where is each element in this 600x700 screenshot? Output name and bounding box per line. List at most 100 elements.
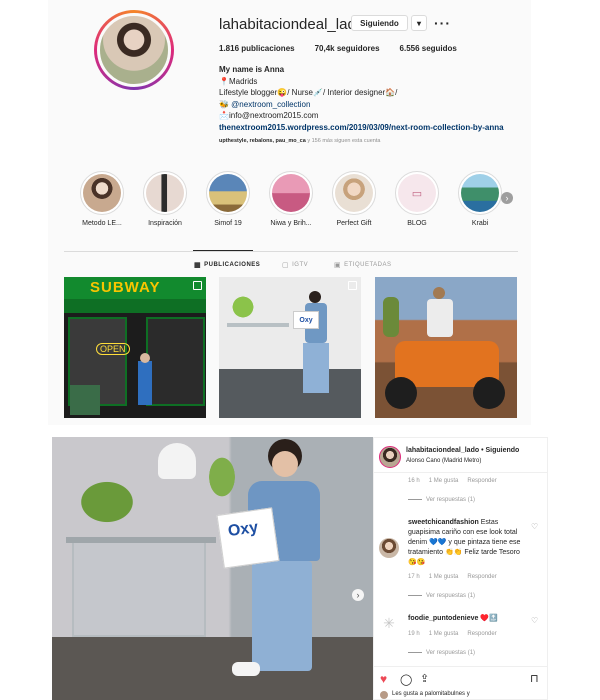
view-replies[interactable]: Ver respuestas (1) [408, 650, 475, 656]
avatar[interactable] [379, 446, 401, 468]
share-icon[interactable]: ⇪ [420, 672, 429, 685]
reply-button[interactable]: Responder [467, 631, 496, 637]
tab-igtv[interactable]: ▢ IGTV [282, 261, 308, 269]
avatar[interactable] [380, 691, 388, 699]
multiple-photos-icon [193, 281, 202, 290]
post-username[interactable]: lahabitaciondeal_lado [406, 447, 479, 454]
comment-time: 17 h [408, 574, 420, 580]
comment-username[interactable]: foodie_puntodenieve [408, 615, 478, 622]
highlight-item[interactable]: Perfect Gift [326, 171, 382, 227]
comment-time: 16 h [408, 478, 420, 484]
highlight-item[interactable]: Simof 19 [200, 171, 256, 227]
followed-by-rest: y 156 más siguen esta cuenta [305, 138, 381, 144]
avatar[interactable] [97, 13, 171, 87]
comment-text: Estas guapisima cariño con ese look tota… [408, 519, 521, 566]
reply-button[interactable]: Responder [467, 478, 496, 484]
comment-icon[interactable]: ◯ [400, 673, 412, 686]
posts-count[interactable]: 1.816 publicaciones [219, 44, 295, 53]
comment-body: sweetchicandfashion Estas guapisima cari… [408, 518, 530, 568]
highlight-cover [461, 174, 499, 212]
comment-likes[interactable]: 1 Me gusta [429, 478, 459, 484]
profile-stats: 1.816 publicaciones 70,4k seguidores 6.5… [219, 44, 457, 53]
post-location[interactable]: Alonso Cano (Madrid Metro) [406, 458, 481, 464]
post-thumbnail[interactable] [375, 277, 517, 418]
followed-by-text[interactable]: upthestyle, rebalons, pau_mo_ca y 156 má… [219, 138, 380, 144]
bio-website-link[interactable]: thenextroom2015.wordpress.com/2019/03/09… [219, 122, 504, 134]
bio-location: 📍Madrids [219, 76, 258, 86]
profile-username: lahabitaciondeal_lado [219, 16, 365, 33]
highlight-cover [272, 174, 310, 212]
comment-likes[interactable]: 1 Me gusta [429, 574, 459, 580]
bookmark-icon[interactable]: ⊓ [530, 672, 539, 685]
highlight-label: Niwa y Brih... [270, 220, 312, 227]
bio-name: My name is Anna [219, 65, 285, 74]
highlight-cover [209, 174, 247, 212]
tab-tagged[interactable]: ▣ ETIQUETADAS [334, 261, 392, 269]
avatar[interactable] [379, 538, 399, 558]
view-replies[interactable]: Ver respuestas (1) [408, 593, 475, 599]
bio-email: 📩info@nextroom2015.com [219, 111, 319, 120]
tab-tagged-label: ETIQUETADAS [344, 262, 392, 268]
chevron-right-icon[interactable]: › [501, 192, 513, 204]
highlight-label: Krabi [471, 220, 489, 227]
tv-icon: ▢ [282, 262, 290, 269]
highlight-label: BLOG [407, 220, 427, 227]
chevron-right-icon[interactable]: › [352, 589, 364, 601]
heart-outline-icon[interactable]: ♡ [531, 522, 538, 531]
tag-icon: ▣ [334, 262, 342, 269]
highlight-item[interactable]: Niwa y Brih... [263, 171, 319, 227]
comment-body: foodie_puntodenieve ♥️🔝 [408, 614, 530, 624]
following-button[interactable]: Siguiendo [351, 15, 408, 31]
post-thumbnail[interactable]: SUBWAY OPEN [64, 277, 206, 418]
comment-username[interactable]: sweetchicandfashion [408, 519, 479, 526]
highlight-item[interactable]: Inspiración [137, 171, 193, 227]
view-replies-label: Ver respuestas (1) [426, 650, 476, 656]
comment-likes[interactable]: 1 Me gusta [429, 631, 459, 637]
liked-by-text[interactable]: Les gusta a palomitabulnes y [392, 691, 470, 697]
tabs-divider [64, 251, 518, 252]
highlight-label: Perfect Gift [336, 220, 372, 227]
profile-bio: My name is Anna 📍Madrids Lifestyle blogg… [219, 64, 504, 133]
post-thumbnail[interactable]: Oxy [219, 277, 361, 418]
highlight-item[interactable]: Krabi [452, 171, 508, 227]
highlight-item[interactable]: ▭ BLOG [389, 171, 445, 227]
following-count[interactable]: 6.556 seguidos [400, 44, 457, 53]
view-replies-label: Ver respuestas (1) [426, 497, 476, 503]
highlight-label: Inspiración [148, 220, 182, 227]
heart-outline-icon[interactable]: ♡ [531, 616, 538, 625]
post-detail-image[interactable]: Oxy › [52, 437, 373, 700]
multiple-photos-icon [348, 281, 357, 290]
bio-mention-link[interactable]: 🐝 @nextroom_collection [219, 99, 504, 111]
view-replies-label: Ver respuestas (1) [426, 593, 476, 599]
highlight-cover [146, 174, 184, 212]
highlight-label: Simof 19 [214, 220, 242, 227]
followers-count[interactable]: 70,4k seguidores [315, 44, 380, 53]
laptop-icon: ▭ [398, 174, 436, 212]
heart-filled-icon[interactable]: ♥ [380, 672, 387, 686]
highlight-cover [83, 174, 121, 212]
comment-meta: 17 h 1 Me gusta Responder [408, 574, 497, 580]
tab-posts-label: PUBLICACIONES [204, 262, 261, 268]
product-box: Oxy [293, 311, 319, 329]
open-sign: OPEN [96, 343, 130, 355]
subway-sign: SUBWAY [90, 279, 161, 296]
post-header: lahabitaciondeal_lado • Siguiendo [406, 447, 519, 454]
comment-meta: 16 h 1 Me gusta Responder [408, 478, 497, 484]
bio-description: Lifestyle blogger😜/ Nurse💉/ Interior des… [219, 88, 398, 97]
grid-icon: ▦ [194, 262, 202, 269]
highlight-item[interactable]: Metodo LE... [74, 171, 130, 227]
comment-text: ♥️🔝 [480, 615, 498, 622]
comment-meta: 19 h 1 Me gusta Responder [408, 631, 497, 637]
chevron-down-icon[interactable]: ▾ [411, 15, 427, 31]
more-options-icon[interactable]: ··· [434, 15, 451, 31]
tab-igtv-label: IGTV [292, 262, 309, 268]
followed-by-names[interactable]: upthestyle, rebalons, pau_mo_ca [219, 138, 306, 144]
comment-time: 19 h [408, 631, 420, 637]
follow-state[interactable]: • Siguiendo [481, 447, 519, 454]
snowflake-avatar-icon[interactable]: ✳ [380, 614, 398, 632]
highlight-label: Metodo LE... [82, 220, 122, 227]
highlight-cover [335, 174, 373, 212]
view-replies[interactable]: Ver respuestas (1) [408, 497, 475, 503]
reply-button[interactable]: Responder [467, 574, 496, 580]
tab-posts[interactable]: ▦ PUBLICACIONES [194, 261, 260, 269]
